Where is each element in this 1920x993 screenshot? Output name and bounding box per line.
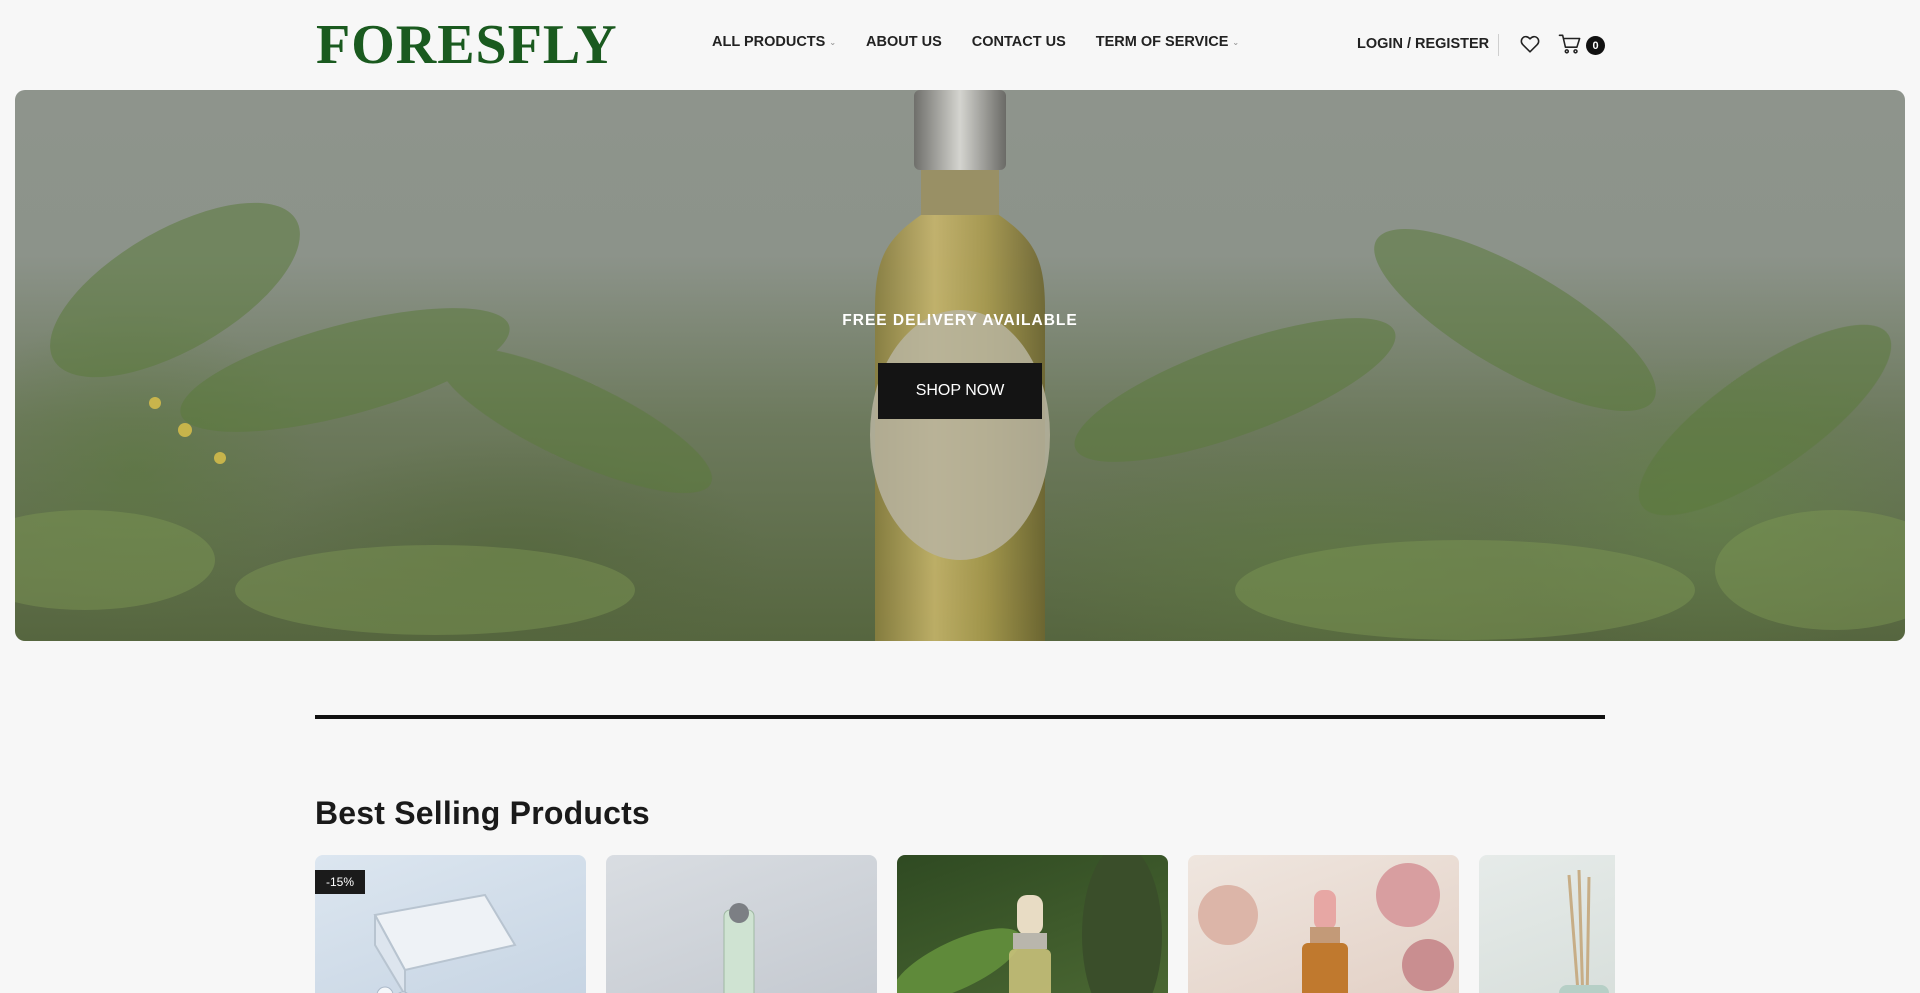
nav-label: ALL PRODUCTS (712, 34, 826, 50)
section-divider (315, 715, 1605, 719)
brand-logo[interactable]: FORESFLY (316, 14, 618, 76)
serum-forest-image (897, 855, 1162, 993)
nav-label: CONTACT US (971, 34, 1066, 50)
product-card[interactable]: -15% (315, 855, 586, 993)
hero-tagline: FREE DELIVERY AVAILABLE (842, 312, 1078, 329)
best-selling-title: Best Selling Products (315, 795, 650, 831)
main-nav: ALL PRODUCTS ⌄ ABOUT US CONTACT US TERM … (712, 34, 1239, 50)
roller-bottle-image (723, 903, 755, 993)
nav-label: ABOUT US (866, 34, 942, 50)
reed-diffuser-image (1559, 869, 1609, 993)
product-card[interactable] (1188, 855, 1459, 993)
nav-term-of-service[interactable]: TERM OF SERVICE ⌄ (1096, 34, 1239, 50)
shop-now-button[interactable]: SHOP NOW (878, 363, 1042, 419)
product-carousel: -15% (315, 855, 1615, 993)
discount-badge: -15% (315, 870, 365, 894)
hero-banner: FREE DELIVERY AVAILABLE SHOP NOW (15, 90, 1905, 641)
cart-count-badge: 0 (1586, 36, 1605, 55)
chevron-down-icon: ⌄ (829, 38, 837, 47)
nav-label: TERM OF SERVICE (1095, 34, 1229, 50)
site-header: FORESFLY ALL PRODUCTS ⌄ ABOUT US CONTACT… (0, 0, 1920, 90)
heart-icon[interactable] (1519, 33, 1541, 55)
cart-icon[interactable] (1558, 33, 1582, 55)
product-card[interactable] (897, 855, 1168, 993)
product-card[interactable] (606, 855, 877, 993)
chevron-down-icon: ⌄ (1232, 38, 1240, 47)
nav-all-products[interactable]: ALL PRODUCTS ⌄ (712, 34, 836, 50)
nav-about-us[interactable]: ABOUT US (866, 34, 942, 50)
login-register-link[interactable]: LOGIN / REGISTER (1357, 36, 1489, 52)
product-card[interactable] (1479, 855, 1615, 993)
dropper-roses-image (1198, 863, 1454, 993)
nav-contact-us[interactable]: CONTACT US (972, 34, 1066, 50)
header-divider (1498, 34, 1499, 56)
